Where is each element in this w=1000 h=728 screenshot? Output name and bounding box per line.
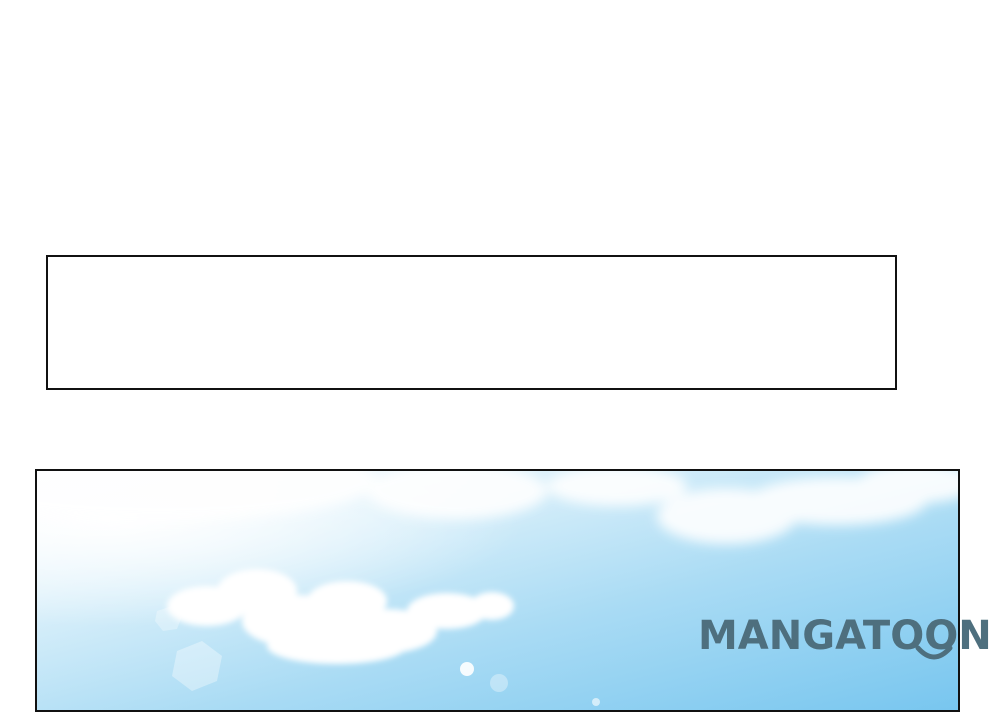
smile-icon [915, 645, 953, 660]
sky-illustration [37, 471, 958, 710]
watermark-text: MANGATOON [698, 613, 992, 659]
empty-comic-panel [46, 255, 897, 390]
mangatoon-watermark: MANGATOON [698, 614, 1000, 674]
sky-comic-panel [35, 469, 960, 712]
